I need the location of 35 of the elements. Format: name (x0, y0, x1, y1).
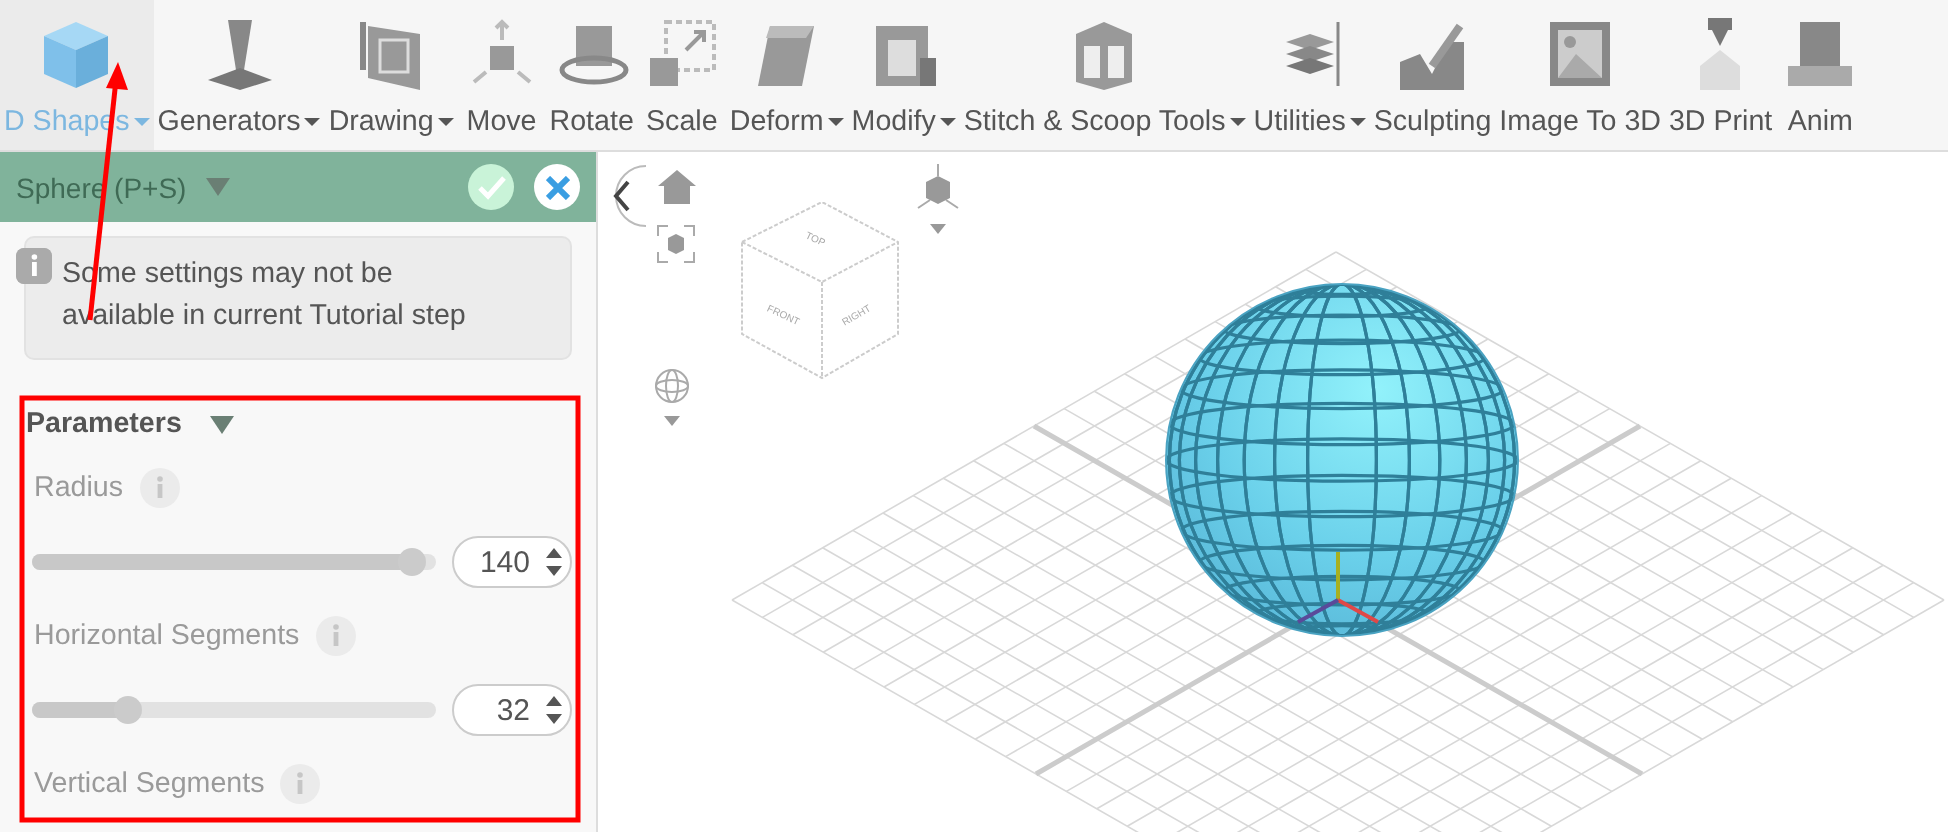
frame-cube-icon[interactable] (656, 224, 696, 264)
checkmark-icon (477, 175, 505, 199)
close-icon (545, 175, 569, 199)
info-icon[interactable] (315, 616, 356, 656)
home-icon[interactable] (658, 170, 696, 204)
toolbar-button[interactable]: Stitch & Scoop Tools (959, 0, 1250, 150)
toolbar-button[interactable]: Sculpting (1369, 0, 1496, 150)
toolbar-button[interactable]: Move (457, 0, 546, 150)
toolbar-button[interactable]: Anim (1776, 0, 1865, 150)
toolbar-button[interactable]: Deform (725, 0, 848, 150)
dropdown-triangle-icon[interactable] (206, 178, 231, 196)
info-icon[interactable] (280, 764, 321, 804)
confirm-button[interactable] (468, 164, 514, 210)
info-icon[interactable] (139, 468, 180, 508)
slider-track[interactable] (32, 702, 436, 718)
collapse-triangle-icon[interactable] (209, 415, 234, 433)
section-heading[interactable]: Parameters (26, 408, 182, 440)
close-button[interactable] (534, 164, 580, 210)
toolbar-button[interactable]: 3D Print (1664, 0, 1777, 150)
toolbar-button[interactable]: Rotate (545, 0, 638, 150)
sphere-drawing[interactable] (1165, 283, 1519, 637)
info-icon (16, 248, 52, 284)
toolbar-button[interactable]: Image To 3D (1495, 0, 1665, 150)
toolbar-button[interactable]: Generators (153, 0, 325, 150)
parameter-label: Vertical Segments (34, 768, 265, 800)
toolbar-button[interactable]: Utilities (1249, 0, 1370, 150)
spinner-arrows-icon[interactable] (544, 694, 564, 726)
toolbar-button[interactable]: Modify (847, 0, 960, 150)
spinner-arrows-icon[interactable] (544, 546, 564, 578)
orbit-icon[interactable] (652, 368, 692, 428)
axes-gizmo (1297, 552, 1379, 624)
toolbar-button[interactable]: Scale (637, 0, 726, 150)
toolbar-button[interactable]: Drawing (324, 0, 458, 150)
parameter-label: Radius (34, 472, 124, 504)
parameter-label: Horizontal Segments (34, 620, 300, 652)
